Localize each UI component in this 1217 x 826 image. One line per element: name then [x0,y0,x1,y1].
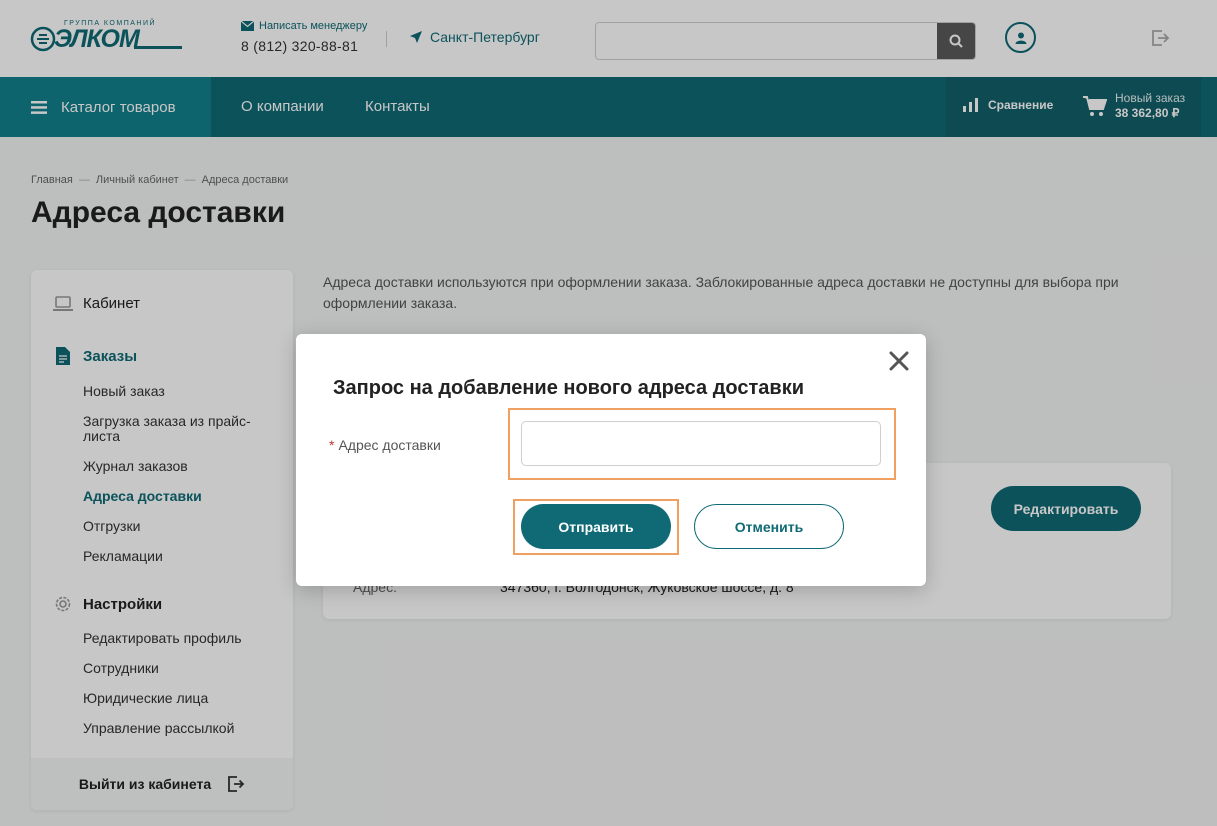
modal-title: Запрос на добавление нового адреса доста… [333,377,804,399]
address-field-label: * Адрес доставки [329,437,441,453]
address-field-label-text: Адрес доставки [338,437,441,453]
close-icon[interactable] [888,350,910,372]
address-input[interactable] [521,421,881,466]
add-address-modal: Запрос на добавление нового адреса доста… [296,334,926,586]
required-mark: * [329,437,335,453]
cancel-button[interactable]: Отменить [694,504,844,549]
submit-button[interactable]: Отправить [521,504,671,549]
